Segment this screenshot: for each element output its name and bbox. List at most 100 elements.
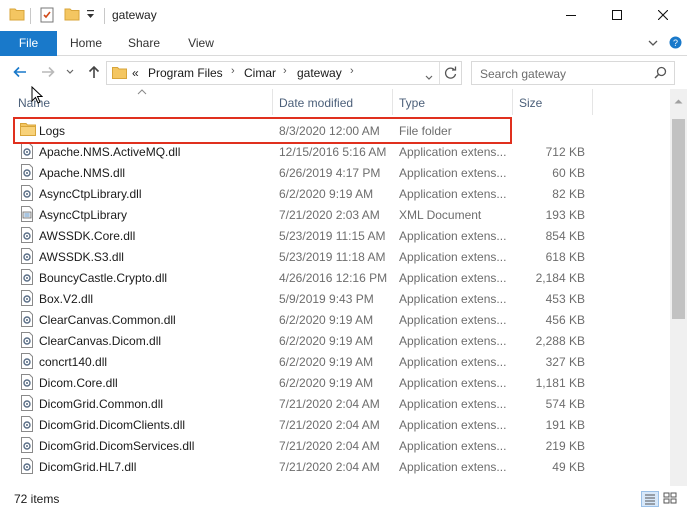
column-divider[interactable] — [272, 89, 273, 115]
file-type: XML Document — [399, 208, 482, 222]
new-folder-icon[interactable] — [64, 7, 80, 21]
address-bar[interactable]: « Program Files › Cimar › gateway › — [106, 61, 462, 85]
up-button[interactable] — [85, 63, 103, 81]
back-arrow-icon — [13, 66, 26, 78]
scrollbar-thumb[interactable] — [672, 119, 685, 319]
breadcrumb-program-files[interactable]: Program Files — [148, 66, 223, 80]
file-row[interactable]: AsyncCtpLibrary.dll 6/2/2020 9:19 AM Appli… — [12, 183, 667, 204]
file-name: DicomGrid.DicomClients.dll — [39, 418, 186, 432]
file-row[interactable]: concrt140.dll 6/2/2020 9:19 AM Application… — [12, 351, 667, 372]
maximize-icon — [612, 10, 622, 20]
search-box[interactable] — [471, 61, 675, 85]
file-size: 2,288 KB — [535, 334, 585, 348]
refresh-icon[interactable] — [444, 66, 457, 83]
address-dropdown-icon[interactable] — [425, 70, 433, 84]
large-icons-view-icon — [663, 492, 677, 504]
file-date-modified: 5/9/2019 9:43 PM — [279, 292, 374, 306]
file-date-modified: 7/21/2020 2:04 AM — [279, 397, 380, 411]
search-input[interactable] — [480, 66, 650, 81]
file-name: Box.V2.dll — [39, 292, 94, 306]
tab-view[interactable]: View — [177, 31, 225, 56]
file-name: AWSSDK.S3.dll — [39, 250, 124, 264]
folder-icon[interactable] — [9, 7, 25, 21]
tab-share[interactable]: Share — [120, 31, 168, 56]
file-row[interactable]: DicomGrid.HL7.dll 7/21/2020 2:04 AM Applic… — [12, 456, 667, 477]
dll-icon — [20, 458, 36, 474]
highlight-box — [13, 117, 512, 144]
column-divider[interactable] — [512, 89, 513, 115]
window-title: gateway — [112, 8, 157, 22]
search-icon[interactable] — [654, 66, 667, 82]
breadcrumb-gateway[interactable]: gateway — [297, 66, 342, 80]
file-row[interactable]: AsyncCtpLibrary 7/21/2020 2:03 AM XML Docu… — [12, 204, 667, 225]
column-header-date-modified[interactable]: Date modified — [279, 96, 353, 110]
dll-icon — [20, 143, 36, 159]
file-type: Application extens... — [399, 418, 507, 432]
file-type: Application extens... — [399, 397, 507, 411]
address-overflow[interactable]: « — [132, 66, 139, 80]
file-row[interactable]: BouncyCastle.Crypto.dll 4/26/2016 12:16 P… — [12, 267, 667, 288]
file-date-modified: 5/23/2019 11:15 AM — [279, 229, 386, 243]
file-name: concrt140.dll — [39, 355, 108, 369]
file-row[interactable]: Dicom.Core.dll 6/2/2020 9:19 AM Applicatio… — [12, 372, 667, 393]
tab-file[interactable]: File — [0, 31, 57, 56]
help-icon[interactable]: ? — [669, 36, 682, 52]
file-row[interactable]: Apache.NMS.ActiveMQ.dll 12/15/2016 5:16 A… — [12, 141, 667, 162]
dll-icon — [20, 332, 36, 348]
customize-toolbar-icon[interactable] — [86, 9, 95, 21]
column-divider[interactable] — [592, 89, 593, 115]
file-size: 82 KB — [552, 187, 585, 201]
breadcrumb-cimar[interactable]: Cimar — [244, 66, 276, 80]
file-row[interactable]: DicomGrid.Common.dll 7/21/2020 2:04 AM App… — [12, 393, 667, 414]
back-button[interactable] — [11, 63, 29, 81]
large-icons-view-button[interactable] — [662, 491, 680, 507]
status-bar: 72 items — [0, 486, 687, 512]
recent-locations-button[interactable] — [64, 63, 76, 81]
file-name: AWSSDK.Core.dll — [39, 229, 136, 243]
forward-button[interactable] — [39, 63, 57, 81]
file-size: 193 KB — [545, 208, 585, 222]
minimize-button[interactable] — [548, 0, 594, 30]
file-name: ClearCanvas.Dicom.dll — [39, 334, 162, 348]
file-size: 60 KB — [552, 166, 585, 180]
close-icon — [658, 10, 668, 20]
file-type: Application extens... — [399, 187, 507, 201]
column-divider[interactable] — [392, 89, 393, 115]
file-row[interactable]: Box.V2.dll 5/9/2019 9:43 PM Application ex… — [12, 288, 667, 309]
file-size: 456 KB — [545, 313, 585, 327]
details-view-button[interactable] — [641, 491, 659, 507]
file-date-modified: 7/21/2020 2:04 AM — [279, 460, 380, 474]
expand-ribbon-icon[interactable] — [648, 37, 658, 51]
file-size: 453 KB — [545, 292, 585, 306]
column-header-size[interactable]: Size — [519, 96, 542, 110]
file-row[interactable]: ClearCanvas.Common.dll 6/2/2020 9:19 AM Ap… — [12, 309, 667, 330]
close-button[interactable] — [640, 0, 686, 30]
file-row[interactable]: AWSSDK.Core.dll 5/23/2019 11:15 AM Applica… — [12, 225, 667, 246]
column-header-type[interactable]: Type — [399, 96, 425, 110]
vertical-scrollbar[interactable] — [670, 89, 687, 486]
maximize-button[interactable] — [594, 0, 640, 30]
file-row[interactable]: DicomGrid.DicomClients.dll 7/21/2020 2:04… — [12, 414, 667, 435]
tab-home[interactable]: Home — [62, 31, 110, 56]
file-size: 2,184 KB — [535, 271, 585, 285]
properties-icon[interactable] — [40, 7, 55, 23]
file-size: 712 KB — [545, 145, 585, 159]
chevron-right-icon[interactable]: › — [283, 65, 287, 77]
file-date-modified: 4/26/2016 12:16 PM — [279, 271, 388, 285]
forward-arrow-icon — [42, 66, 55, 78]
divider — [30, 8, 31, 24]
dll-icon — [20, 248, 36, 264]
file-type: Application extens... — [399, 292, 507, 306]
chevron-down-icon — [66, 69, 74, 74]
chevron-right-icon[interactable]: › — [231, 65, 235, 77]
file-row[interactable]: Apache.NMS.dll 6/26/2019 4:17 PM Applicati… — [12, 162, 667, 183]
file-list: Name Date modified Type Size Logs 8/3/202… — [0, 89, 670, 486]
chevron-right-icon[interactable]: › — [350, 65, 354, 77]
navigation-bar: « Program Files › Cimar › gateway › — [0, 56, 687, 89]
xml-icon — [20, 206, 36, 222]
file-size: 219 KB — [545, 439, 585, 453]
file-row[interactable]: ClearCanvas.Dicom.dll 6/2/2020 9:19 AM App… — [12, 330, 667, 351]
file-row[interactable]: AWSSDK.S3.dll 5/23/2019 11:18 AM Applicati… — [12, 246, 667, 267]
scroll-up-icon[interactable] — [674, 93, 683, 107]
file-row[interactable]: DicomGrid.DicomServices.dll 7/21/2020 2:0… — [12, 435, 667, 456]
